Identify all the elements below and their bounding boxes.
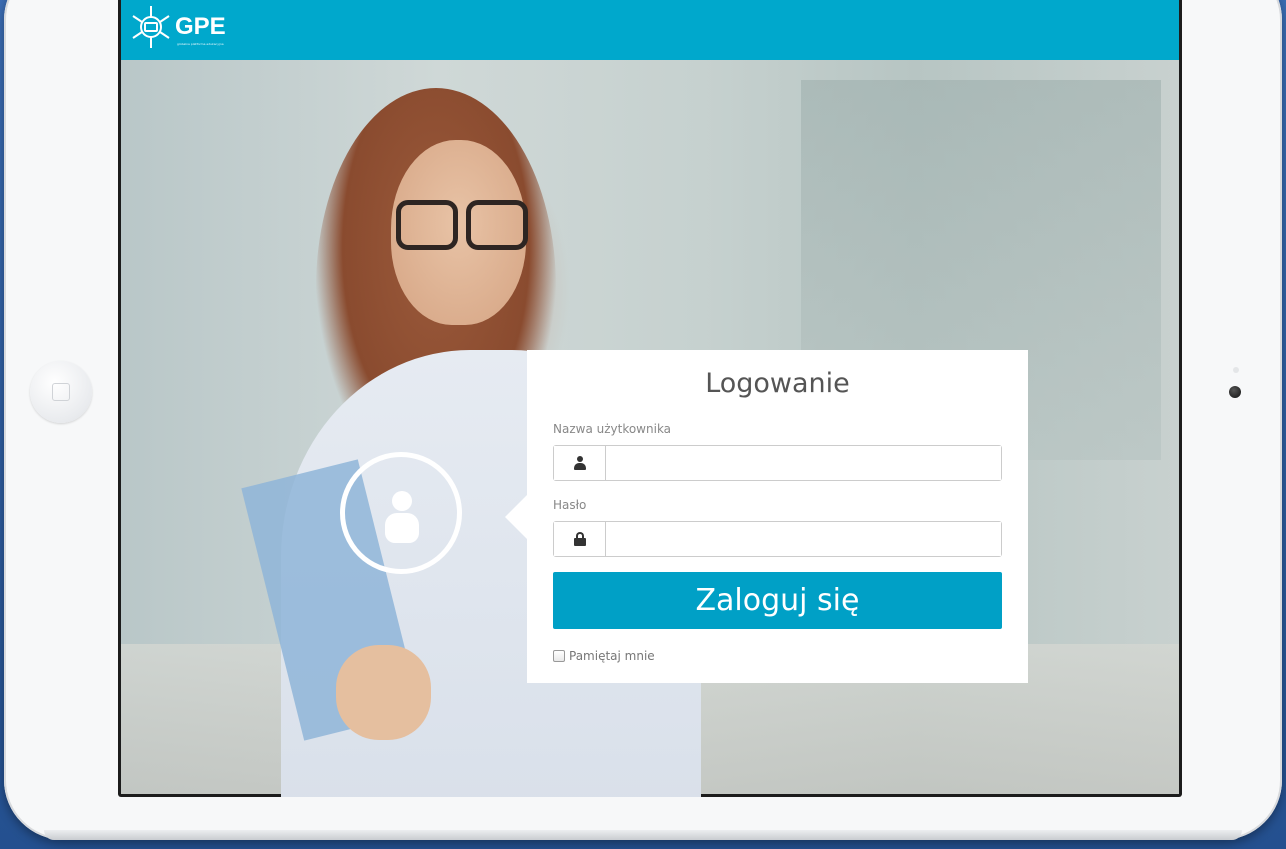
login-title: Logowanie bbox=[705, 368, 850, 399]
logo-subtext: globalna platforma edukacyjna bbox=[177, 42, 224, 46]
remember-checkbox[interactable] bbox=[553, 650, 565, 662]
remember-me[interactable]: Pamiętaj mnie bbox=[553, 649, 655, 663]
photo-glasses bbox=[396, 200, 458, 250]
logo-text: GPE bbox=[175, 13, 226, 40]
password-group bbox=[553, 521, 1002, 557]
gpe-logo-icon bbox=[132, 6, 170, 48]
password-addon bbox=[554, 522, 606, 556]
username-addon bbox=[554, 446, 606, 480]
home-square-icon bbox=[52, 383, 70, 401]
login-card: Logowanie Nazwa użytkownika Hasło Zalogu… bbox=[505, 350, 1028, 683]
background-photo: Logowanie Nazwa użytkownika Hasło Zalogu… bbox=[121, 60, 1179, 797]
password-input[interactable] bbox=[606, 522, 1001, 556]
user-icon bbox=[573, 456, 587, 470]
photo-glasses bbox=[466, 200, 528, 250]
camera-icon bbox=[1229, 386, 1241, 398]
remember-label: Pamiętaj mnie bbox=[569, 649, 655, 663]
username-input[interactable] bbox=[606, 446, 1001, 480]
login-card-arrow bbox=[505, 495, 527, 539]
username-group bbox=[553, 445, 1002, 481]
screen: GPE globalna platforma edukacyjna Logowa… bbox=[118, 0, 1182, 797]
lock-icon bbox=[573, 532, 586, 546]
sensor-icon bbox=[1233, 367, 1239, 373]
top-bar: GPE globalna platforma edukacyjna bbox=[121, 0, 1179, 60]
user-avatar-icon bbox=[340, 452, 462, 574]
photo-hand bbox=[336, 645, 431, 740]
home-button[interactable] bbox=[30, 361, 92, 423]
username-label: Nazwa użytkownika bbox=[553, 422, 672, 436]
password-label: Hasło bbox=[553, 498, 587, 512]
login-button[interactable]: Zaloguj się bbox=[553, 572, 1002, 629]
tablet-edge bbox=[44, 830, 1242, 840]
